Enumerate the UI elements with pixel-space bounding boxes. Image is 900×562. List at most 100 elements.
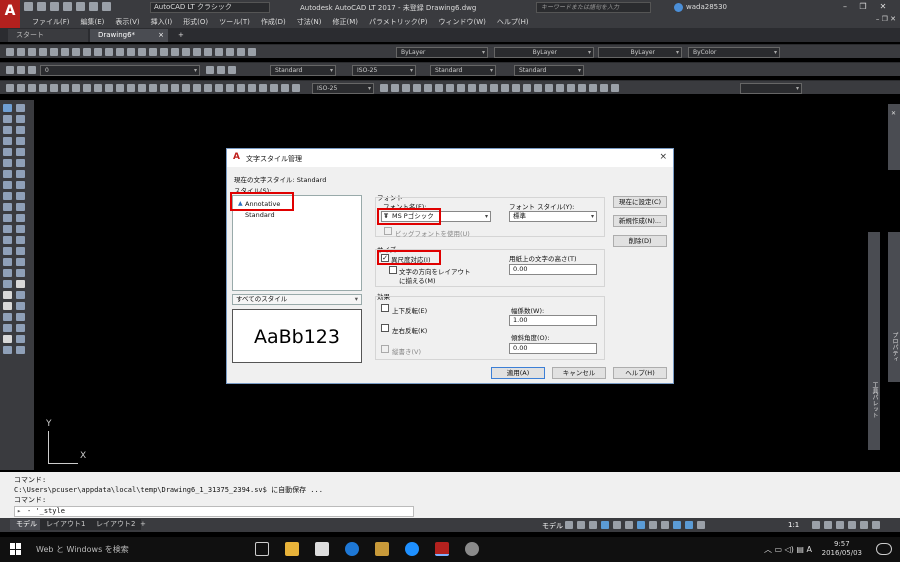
polar-icon[interactable] <box>601 521 609 529</box>
close-window-button[interactable]: ✕ <box>876 2 890 13</box>
user-name[interactable]: wada28530 <box>686 3 727 11</box>
menu-format[interactable]: 形式(O) <box>183 17 208 27</box>
line-tool-icon[interactable] <box>3 104 12 112</box>
tab-layout1[interactable]: レイアウト1 <box>40 519 92 530</box>
oblique-angle-input[interactable]: 0.00 <box>509 343 597 354</box>
properties-icon[interactable] <box>182 48 190 56</box>
trim-icon[interactable] <box>490 84 498 92</box>
field-icon[interactable] <box>16 346 25 354</box>
snap-icon[interactable] <box>577 521 585 529</box>
insert-icon[interactable] <box>127 84 135 92</box>
pan-icon[interactable] <box>138 48 146 56</box>
offset-icon[interactable] <box>424 84 432 92</box>
menu-modify[interactable]: 修正(M) <box>332 17 358 27</box>
menu-view[interactable]: 表示(V) <box>115 17 139 27</box>
rotate-tool-icon[interactable] <box>16 170 25 178</box>
layer-control[interactable]: 0 <box>40 65 200 76</box>
plotstyle-control[interactable]: ByColor <box>688 47 780 58</box>
erase-tool-icon[interactable] <box>16 104 25 112</box>
ellipse-icon[interactable] <box>105 84 113 92</box>
dim-aligned-icon[interactable] <box>182 84 190 92</box>
properties-label[interactable]: プロパティ <box>890 332 899 362</box>
edge-icon[interactable] <box>345 542 359 556</box>
match-icon[interactable] <box>105 48 113 56</box>
revcloud-icon[interactable] <box>83 84 91 92</box>
extend-tool-icon[interactable] <box>16 214 25 222</box>
justify-icon[interactable] <box>16 313 25 321</box>
explode-tool-icon[interactable] <box>16 269 25 277</box>
ortho-icon[interactable] <box>589 521 597 529</box>
annotation-scale-icon[interactable] <box>697 521 705 529</box>
measure-icon[interactable] <box>611 84 619 92</box>
maximize-button[interactable]: ❐ <box>856 2 870 13</box>
explode-icon[interactable] <box>556 84 564 92</box>
dim-ordinate-icon[interactable] <box>204 84 212 92</box>
rectangle-icon[interactable] <box>50 84 58 92</box>
dim-arc-icon[interactable] <box>193 84 201 92</box>
scale-tool-icon[interactable] <box>16 181 25 189</box>
sun-icon[interactable] <box>28 66 36 74</box>
arc-icon[interactable] <box>61 84 69 92</box>
plus-icon[interactable] <box>824 521 832 529</box>
save-icon[interactable] <box>50 2 59 11</box>
dim-diameter-icon[interactable] <box>226 84 234 92</box>
vertical-checkbox[interactable] <box>381 345 389 353</box>
search-input[interactable]: キーワードまたは語句を入力 <box>536 2 651 13</box>
dim-radius-icon[interactable] <box>215 84 223 92</box>
zoom-icon[interactable] <box>149 48 157 56</box>
pline-tool-icon[interactable] <box>3 126 12 134</box>
match-orientation-checkbox[interactable] <box>389 266 397 274</box>
break-icon[interactable] <box>512 84 520 92</box>
menu-edit[interactable]: 編集(E) <box>81 17 105 27</box>
menu-file[interactable]: ファイル(F) <box>32 17 70 27</box>
calc-icon[interactable] <box>237 48 245 56</box>
publish-icon[interactable] <box>61 48 69 56</box>
user-icon[interactable] <box>674 3 683 12</box>
model-space-button[interactable]: モデル <box>542 521 563 531</box>
add-layout-button[interactable]: + <box>134 519 152 530</box>
annotation-scale-value[interactable]: 1:1 <box>788 521 799 529</box>
text-style-icon[interactable] <box>16 335 25 343</box>
open-icon[interactable] <box>17 48 25 56</box>
dim-space-icon[interactable] <box>281 84 289 92</box>
trim-tool-icon[interactable] <box>16 203 25 211</box>
hatch-tool-icon[interactable] <box>3 258 12 266</box>
point-tool-icon[interactable] <box>3 247 12 255</box>
abc-icon[interactable] <box>3 324 12 332</box>
chamfer-icon[interactable] <box>534 84 542 92</box>
copy-icon[interactable] <box>83 48 91 56</box>
menu-help[interactable]: ヘルプ(H) <box>497 17 529 27</box>
join-tool-icon[interactable] <box>16 236 25 244</box>
lineweight-control[interactable]: ByLayer <box>598 47 682 58</box>
hatch-icon[interactable] <box>138 84 146 92</box>
spline-tool-icon[interactable] <box>3 192 12 200</box>
print-icon[interactable] <box>76 2 85 11</box>
scale-text-icon[interactable] <box>3 313 12 321</box>
make-current-icon[interactable] <box>206 66 214 74</box>
group-icon[interactable] <box>589 84 597 92</box>
table-style-icon[interactable] <box>3 346 12 354</box>
zoom-prev-icon[interactable] <box>171 48 179 56</box>
file-explorer-icon[interactable] <box>285 542 299 556</box>
application-menu-button[interactable]: A <box>0 0 20 28</box>
dim-quick-icon[interactable] <box>248 84 256 92</box>
cut-icon[interactable] <box>72 48 80 56</box>
set-current-button[interactable]: 現在に設定(C) <box>613 196 667 208</box>
dim-baseline-icon[interactable] <box>259 84 267 92</box>
transparency-icon[interactable] <box>661 521 669 529</box>
doc-window-controls[interactable]: – ❐ ✕ <box>876 15 896 23</box>
gradient-tool-icon[interactable] <box>3 269 12 277</box>
circle-icon[interactable] <box>72 84 80 92</box>
layer-prev-icon[interactable] <box>217 66 225 74</box>
rect-tool-icon[interactable] <box>3 148 12 156</box>
fillet-tool-icon[interactable] <box>16 258 25 266</box>
insert-tool-icon[interactable] <box>3 225 12 233</box>
help-button[interactable]: ヘルプ(H) <box>613 367 667 379</box>
clock[interactable]: 9:57 2016/05/03 <box>822 540 862 558</box>
zoom-window-icon[interactable] <box>160 48 168 56</box>
block-icon[interactable] <box>116 84 124 92</box>
table-style-control[interactable]: Standard <box>430 65 496 76</box>
dim-linear-icon[interactable] <box>171 84 179 92</box>
text-icon[interactable] <box>160 84 168 92</box>
layer-properties-icon[interactable] <box>6 66 14 74</box>
